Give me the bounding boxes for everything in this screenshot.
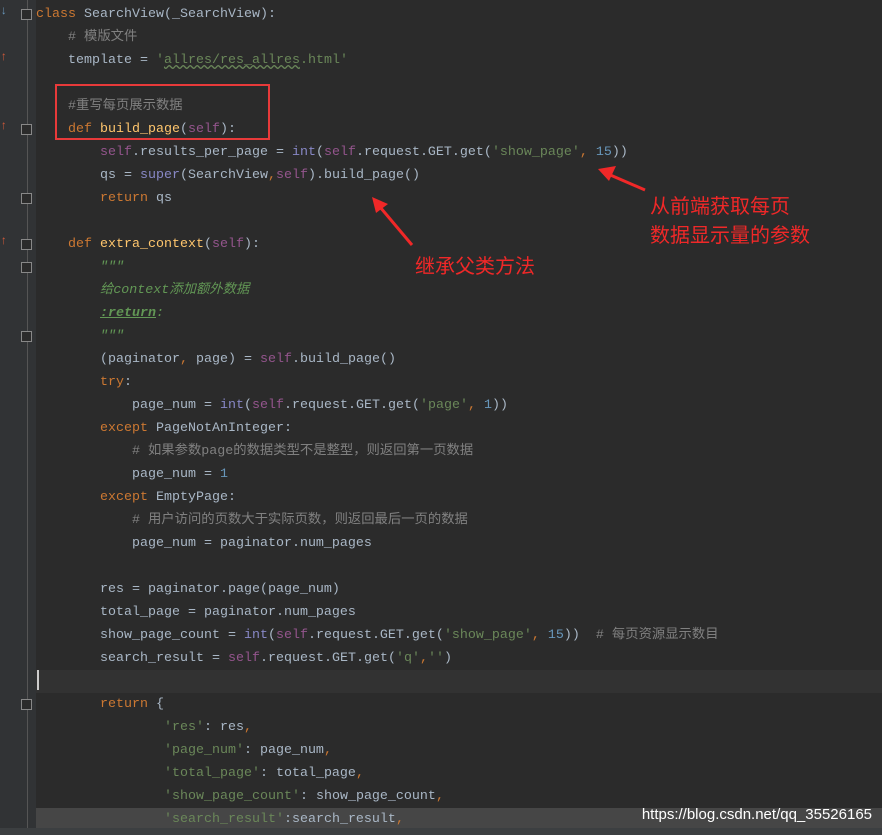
status-strip (0, 828, 882, 835)
annotation-arrows (372, 166, 646, 246)
arrow-to-super (372, 197, 414, 246)
annotation-frontend-param: 从前端获取每页 (650, 194, 790, 218)
annotation-frontend-param-2: 数据显示量的参数 (650, 223, 810, 247)
annotation-inherit: 继承父类方法 (415, 254, 535, 278)
watermark: https://blog.csdn.net/qq_35526165 (641, 806, 872, 823)
arrow-to-show-page (598, 166, 646, 192)
